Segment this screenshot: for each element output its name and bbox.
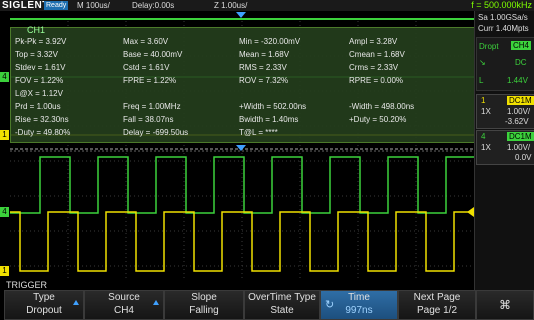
measurement-value: Base = 40.00mV [123, 50, 183, 59]
measurement-value: RPRE = 0.00% [349, 76, 404, 85]
measurement-value: T@L = **** [239, 128, 278, 137]
measurement-panel: CH1 Pk-Pk = 3.92V Max = 3.60V Min = -320.0… [10, 25, 476, 143]
measurement-value: Top = 3.32V [15, 50, 58, 59]
measurement-value: +Duty = 50.20% [349, 115, 407, 124]
measurement-value: Ampl = 3.28V [349, 37, 398, 46]
ch4-offset-marker[interactable]: 4 [0, 72, 9, 82]
measurement-value: Rise = 32.30ns [15, 115, 69, 124]
time-button[interactable]: ↻ Time 997ns [320, 290, 398, 320]
memory-depth: Curr 1.40Mpts [478, 24, 529, 33]
overtime-type-button[interactable]: OverTime Type State [244, 290, 320, 320]
ch4-zoom-offset-marker[interactable]: 4 [0, 207, 9, 217]
measurement-value: Crms = 2.33V [349, 63, 399, 72]
button-label: OverTime Type [248, 292, 316, 303]
zoom-trigger-position-marker [236, 145, 246, 151]
trigger-level-marker [467, 207, 474, 217]
measurement-value: Fall = 38.07ns [123, 115, 174, 124]
next-page-button[interactable]: Next Page Page 1/2 [398, 290, 476, 320]
ch4-probe: 1X [481, 143, 491, 152]
measurement-channel-title: CH1 [27, 25, 46, 35]
ch4-info-box[interactable]: 4 DC1M 1X 1.00V/ 0.0V [476, 130, 534, 165]
ch1-scale: 1.00V/ [507, 107, 531, 116]
ch1-offset: -3.62V [505, 117, 529, 126]
measurement-value: FPRE = 1.22% [123, 76, 177, 85]
waveform-display[interactable]: 4 1 4 1 CH1 Pk-Pk = 3.92V Max = 3.60V Min … [0, 11, 476, 280]
button-value: Dropout [26, 305, 62, 316]
trigger-position-marker [236, 12, 246, 18]
measurement-value: +Width = 502.00ns [239, 102, 307, 111]
measurement-value: Mean = 1.68V [239, 50, 290, 59]
ch4-scale: 1.00V/ [507, 143, 531, 152]
measurement-value: -Duty = 49.80% [15, 128, 71, 137]
sample-rate: Sa 1.00GSa/s [478, 13, 528, 22]
ch1-zoom-offset-marker[interactable]: 1 [0, 266, 9, 276]
knob-icon: ↻ [325, 299, 335, 311]
knob-arrow-icon [153, 300, 159, 305]
trigger-level-value: 1.44V [507, 76, 528, 85]
trigger-level-label: L [479, 76, 484, 85]
trigger-type-label: Dropt [479, 42, 499, 51]
falling-edge-icon: ↘ [479, 58, 486, 67]
measurement-value: Prd = 1.00us [15, 102, 61, 111]
measurement-value: Cmean = 1.68V [349, 50, 405, 59]
knob-arrow-icon [73, 300, 79, 305]
network-icon[interactable]: ⌘ [476, 290, 534, 320]
zoom-timebase-readout[interactable]: Z 1.00us/ [214, 0, 247, 11]
ch1-number: 1 [481, 96, 486, 105]
measurement-value: -Width = 498.00ns [349, 102, 415, 111]
measurement-value: FOV = 1.22% [15, 76, 64, 85]
measurement-value: Min = -320.00mV [239, 37, 301, 46]
ch1-offset-marker[interactable]: 1 [0, 130, 9, 140]
button-label: Type [33, 292, 55, 303]
button-label: Slope [191, 292, 217, 303]
button-label: Source [108, 292, 140, 303]
button-value: State [270, 305, 294, 316]
measurement-value: Max = 3.60V [123, 37, 169, 46]
measurement-value: Bwidth = 1.40ms [239, 115, 299, 124]
button-value: CH4 [113, 305, 134, 316]
measurement-value: Pk-Pk = 3.92V [15, 37, 67, 46]
measurement-value: Cstd = 1.61V [123, 63, 170, 72]
run-status-badge: Ready [44, 1, 69, 10]
button-value: Page 1/2 [416, 305, 458, 316]
button-label: Next Page [413, 292, 461, 303]
delay-readout[interactable]: Delay:0.00s [132, 0, 174, 11]
ch4-number: 4 [481, 132, 486, 141]
ch4-coupling: DC1M [507, 132, 534, 141]
ch4-offset: 0.0V [515, 153, 532, 162]
measurement-value: Freq = 1.00MHz [123, 102, 181, 111]
menu-title: TRIGGER [6, 280, 48, 290]
trigger-source-button[interactable]: Source CH4 [84, 290, 164, 320]
button-value: Falling [189, 305, 219, 316]
measurement-value: L@X = 1.12V [15, 89, 63, 98]
trigger-type-button[interactable]: Type Dropout [4, 290, 84, 320]
frequency-counter: f = 500.000kHz [471, 0, 532, 10]
trigger-info-box[interactable]: Dropt CH4 ↘ DC L 1.44V [476, 37, 534, 91]
trigger-channel-badge: CH4 [511, 41, 532, 50]
right-info-panel: Sa 1.00GSa/s Curr 1.40Mpts Dropt CH4 ↘ D… [474, 11, 534, 290]
slope-button[interactable]: Slope Falling [164, 290, 244, 320]
trigger-coupling: DC [515, 58, 527, 67]
measurement-value: Stdev = 1.61V [15, 63, 66, 72]
timebase-readout[interactable]: M 100us/ [77, 0, 110, 11]
measurement-value: Delay = -699.50us [123, 128, 189, 137]
brand-logo: SIGLENT [2, 0, 49, 11]
measurement-value: RMS = 2.33V [239, 63, 287, 72]
top-status-bar: SIGLENT Ready M 100us/ Delay:0.00s Z 1.0… [0, 0, 534, 11]
ch1-probe: 1X [481, 107, 491, 116]
ch1-info-box[interactable]: 1 DC1M 1X 1.00V/ -3.62V [476, 94, 534, 129]
ch1-coupling: DC1M [507, 96, 534, 105]
measurement-value: ROV = 7.32% [239, 76, 289, 85]
